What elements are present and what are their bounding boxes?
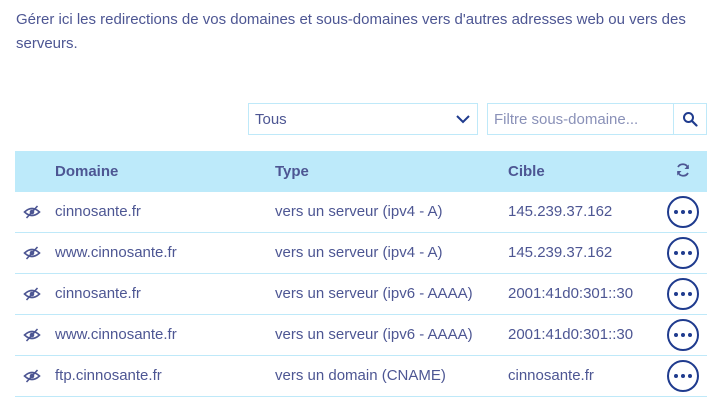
search-icon: [683, 112, 698, 127]
row-type: vers un serveur (ipv4 - A): [275, 244, 443, 261]
more-dot-icon: [674, 210, 678, 214]
row-actions-button[interactable]: [667, 360, 699, 392]
row-type: vers un serveur (ipv6 - AAAA): [275, 285, 473, 302]
row-domain: www.cinnosante.fr: [55, 326, 177, 343]
more-dot-icon: [681, 251, 685, 255]
row-target: 2001:41d0:301::30: [508, 285, 634, 302]
table-header: Domaine Type Cible: [15, 151, 707, 192]
row-target: 145.239.37.162: [508, 244, 613, 261]
intro-text: Gérer ici les redirections de vos domain…: [16, 11, 686, 52]
refresh-icon: [677, 162, 689, 177]
redirections-table: Domaine Type Cible cinnosante.fr vers un…: [15, 151, 707, 397]
more-dot-icon: [688, 333, 692, 337]
more-dot-icon: [674, 292, 678, 296]
type-filter-select[interactable]: Tous: [248, 103, 478, 135]
type-filter-value: Tous: [255, 110, 287, 128]
row-domain: ftp.cinnosante.fr: [55, 367, 162, 384]
more-dot-icon: [681, 333, 685, 337]
more-dot-icon: [681, 210, 685, 214]
row-actions-button[interactable]: [667, 278, 699, 310]
eye-slash-icon[interactable]: [23, 327, 41, 343]
more-dot-icon: [688, 374, 692, 378]
subdomain-search-box: [487, 103, 707, 135]
table-row: cinnosante.fr vers un serveur (ipv4 - A)…: [15, 192, 707, 233]
eye-slash-icon[interactable]: [23, 368, 41, 384]
search-button[interactable]: [673, 104, 706, 134]
row-type: vers un domain (CNAME): [275, 367, 446, 384]
row-target: 145.239.37.162: [508, 203, 613, 220]
subdomain-search-input[interactable]: [488, 104, 673, 134]
eye-slash-icon[interactable]: [23, 286, 41, 302]
header-type[interactable]: Type: [275, 163, 309, 180]
header-domain[interactable]: Domaine: [55, 163, 118, 180]
row-domain: cinnosante.fr: [55, 285, 141, 302]
row-type: vers un serveur (ipv4 - A): [275, 203, 443, 220]
more-dot-icon: [681, 374, 685, 378]
row-target: cinnosante.fr: [508, 367, 594, 384]
more-dot-icon: [674, 333, 678, 337]
more-dot-icon: [681, 292, 685, 296]
row-domain: www.cinnosante.fr: [55, 244, 177, 261]
row-actions-button[interactable]: [667, 319, 699, 351]
more-dot-icon: [688, 210, 692, 214]
more-dot-icon: [688, 292, 692, 296]
more-dot-icon: [688, 251, 692, 255]
table-row: www.cinnosante.fr vers un serveur (ipv4 …: [15, 233, 707, 274]
refresh-button[interactable]: [668, 162, 698, 182]
more-dot-icon: [674, 374, 678, 378]
row-actions-button[interactable]: [667, 196, 699, 228]
row-target: 2001:41d0:301::30: [508, 326, 634, 343]
table-row: cinnosante.fr vers un serveur (ipv6 - AA…: [15, 274, 707, 315]
header-target[interactable]: Cible: [508, 163, 545, 180]
chevron-down-icon: [456, 115, 470, 124]
row-domain: cinnosante.fr: [55, 203, 141, 220]
eye-slash-icon[interactable]: [23, 245, 41, 261]
row-actions-button[interactable]: [667, 237, 699, 269]
more-dot-icon: [674, 251, 678, 255]
eye-slash-icon[interactable]: [23, 204, 41, 220]
table-row: www.cinnosante.fr vers un serveur (ipv6 …: [15, 315, 707, 356]
row-type: vers un serveur (ipv6 - AAAA): [275, 326, 473, 343]
